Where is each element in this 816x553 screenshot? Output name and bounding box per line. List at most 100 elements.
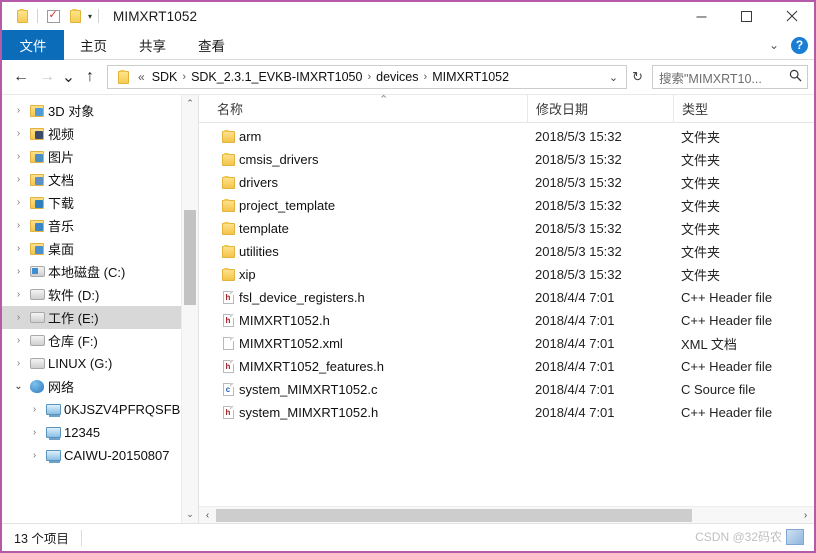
- chevron-right-icon[interactable]: ›: [10, 358, 27, 369]
- file-type-cell: C++ Header file: [681, 313, 773, 328]
- up-button[interactable]: ↑: [77, 64, 103, 90]
- chevron-right-icon[interactable]: ›: [10, 312, 27, 323]
- forward-button[interactable]: →: [34, 64, 60, 90]
- sidebar-item-3[interactable]: › 文档: [2, 168, 198, 191]
- chevron-down-icon[interactable]: ⌄: [603, 71, 624, 84]
- close-button[interactable]: [769, 2, 814, 30]
- file-date-cell: 2018/5/3 15:32: [535, 129, 622, 144]
- chevron-right-icon[interactable]: ›: [10, 289, 27, 300]
- breadcrumb-bar[interactable]: « SDK › SDK_2.3.1_EVKB-IMXRT1050 › devic…: [107, 65, 628, 89]
- file-name-cell: h MIMXRT1052_features.h: [209, 359, 527, 374]
- sidebar-item-11[interactable]: › LINUX (G:): [2, 352, 198, 375]
- table-row[interactable]: project_template 2018/5/3 15:32 文件夹: [199, 194, 814, 217]
- sidebar-item-6[interactable]: › 桌面: [2, 237, 198, 260]
- sidebar-item-7[interactable]: › 本地磁盘 (C:): [2, 260, 198, 283]
- chevron-down-icon[interactable]: ⌄: [10, 381, 27, 392]
- file-type-cell: 文件夹: [681, 176, 721, 191]
- quick-access-toolbar: ▾: [2, 5, 103, 27]
- breadcrumb-item-0[interactable]: SDK: [148, 70, 182, 84]
- header-file-icon: h: [217, 314, 239, 327]
- chevron-right-icon[interactable]: ›: [26, 404, 43, 415]
- breadcrumb-item-2[interactable]: devices: [372, 70, 422, 84]
- table-row[interactable]: drivers 2018/5/3 15:32 文件夹: [199, 171, 814, 194]
- table-row[interactable]: xip 2018/5/3 15:32 文件夹: [199, 263, 814, 286]
- breadcrumb-overflow[interactable]: «: [134, 70, 148, 84]
- chevron-right-icon[interactable]: ›: [10, 197, 27, 208]
- file-date-cell: 2018/5/3 15:32: [535, 267, 622, 282]
- sidebar-item-8[interactable]: › 软件 (D:): [2, 283, 198, 306]
- sidebar-item-9[interactable]: › 工作 (E:): [2, 306, 198, 329]
- sidebar-item-13[interactable]: › 0KJSZV4PFRQSFBD: [2, 398, 198, 421]
- table-row[interactable]: h fsl_device_registers.h 2018/4/4 7:01 C++ …: [199, 286, 814, 309]
- chevron-down-icon[interactable]: ▾: [86, 12, 94, 21]
- search-input[interactable]: 搜索"MIMXRT10...: [652, 65, 808, 89]
- hscrollbar-track[interactable]: [216, 507, 797, 524]
- tab-share[interactable]: 共享: [123, 30, 182, 60]
- properties-icon[interactable]: [42, 5, 64, 27]
- column-header-name[interactable]: 名称 ⌃: [209, 94, 527, 123]
- chevron-right-icon[interactable]: ›: [10, 335, 27, 346]
- refresh-icon[interactable]: ↻: [627, 69, 648, 85]
- sidebar-item-5[interactable]: › 音乐: [2, 214, 198, 237]
- file-date-cell: 2018/4/4 7:01: [535, 405, 615, 420]
- status-bar: 13 个项目 CSDN @32码农: [2, 523, 814, 551]
- back-button[interactable]: ←: [8, 64, 34, 90]
- scroll-left-icon[interactable]: ‹: [199, 510, 216, 521]
- folder-icon: [217, 129, 239, 143]
- sidebar-item-label: 软件 (D:): [48, 288, 100, 303]
- column-header-date[interactable]: 修改日期: [527, 94, 673, 123]
- chevron-right-icon[interactable]: ›: [10, 128, 27, 139]
- sidebar-item-2[interactable]: › 图片: [2, 145, 198, 168]
- folder-icon: [217, 198, 239, 212]
- chevron-right-icon[interactable]: ›: [10, 151, 27, 162]
- table-row[interactable]: template 2018/5/3 15:32 文件夹: [199, 217, 814, 240]
- tab-view[interactable]: 查看: [182, 30, 241, 60]
- sidebar-item-0[interactable]: › 3D 对象: [2, 99, 198, 122]
- sidebar-item-1[interactable]: › 视频: [2, 122, 198, 145]
- header-file-icon: h: [217, 291, 239, 304]
- chevron-down-icon[interactable]: ⌄: [765, 38, 783, 52]
- navigation-scrollbar[interactable]: ⌃ ⌄: [181, 95, 198, 523]
- chevron-right-icon[interactable]: ›: [26, 427, 43, 438]
- sidebar-item-4[interactable]: › 下载: [2, 191, 198, 214]
- table-row[interactable]: arm 2018/5/3 15:32 文件夹: [199, 125, 814, 148]
- scroll-down-icon[interactable]: ⌄: [182, 506, 198, 523]
- hscrollbar-thumb[interactable]: [216, 508, 693, 522]
- table-row[interactable]: utilities 2018/5/3 15:32 文件夹: [199, 240, 814, 263]
- table-row[interactable]: h MIMXRT1052_features.h 2018/4/4 7:01 C++ H…: [199, 355, 814, 378]
- item-count-label: 13 个项目: [14, 532, 69, 546]
- file-name-cell: h system_MIMXRT1052.h: [209, 405, 527, 420]
- chevron-right-icon[interactable]: ›: [10, 105, 27, 116]
- chevron-right-icon[interactable]: ›: [26, 450, 43, 461]
- horizontal-scrollbar[interactable]: ‹ ›: [199, 506, 814, 523]
- chevron-right-icon[interactable]: ›: [10, 220, 27, 231]
- table-row[interactable]: cmsis_drivers 2018/5/3 15:32 文件夹: [199, 148, 814, 171]
- breadcrumb-item-1[interactable]: SDK_2.3.1_EVKB-IMXRT1050: [187, 70, 366, 84]
- chevron-right-icon[interactable]: ›: [10, 243, 27, 254]
- table-row[interactable]: h system_MIMXRT1052.h 2018/4/4 7:01 C++ Hea…: [199, 401, 814, 424]
- sidebar-item-10[interactable]: › 仓库 (F:): [2, 329, 198, 352]
- tab-home[interactable]: 主页: [64, 30, 123, 60]
- scroll-up-icon[interactable]: ⌃: [182, 95, 198, 112]
- table-row[interactable]: h MIMXRT1052.h 2018/4/4 7:01 C++ Header fil…: [199, 309, 814, 332]
- table-row[interactable]: MIMXRT1052.xml 2018/4/4 7:01 XML 文档: [199, 332, 814, 355]
- chevron-right-icon[interactable]: ›: [10, 174, 27, 185]
- chevron-right-icon[interactable]: ›: [10, 266, 27, 277]
- maximize-button[interactable]: [724, 2, 769, 30]
- scrollbar-thumb[interactable]: [184, 210, 196, 305]
- scroll-right-icon[interactable]: ›: [797, 510, 814, 521]
- recent-locations-icon[interactable]: ⌄: [60, 64, 77, 90]
- sidebar-item-14[interactable]: › 12345: [2, 421, 198, 444]
- column-header-type[interactable]: 类型: [673, 94, 813, 123]
- folder-icon[interactable]: [11, 5, 33, 27]
- breadcrumb-item-3[interactable]: MIMXRT1052: [428, 70, 513, 84]
- sidebar-item-15[interactable]: › CAIWU-20150807: [2, 444, 198, 467]
- sidebar-item-12[interactable]: ⌄ 网络: [2, 375, 198, 398]
- help-icon[interactable]: ?: [791, 36, 808, 54]
- file-name-label: xip: [239, 267, 256, 282]
- tab-file[interactable]: 文件: [2, 30, 64, 60]
- new-folder-icon[interactable]: [64, 5, 86, 27]
- table-row[interactable]: c system_MIMXRT1052.c 2018/4/4 7:01 C Sourc…: [199, 378, 814, 401]
- minimize-button[interactable]: [679, 2, 724, 30]
- search-placeholder: 搜索"MIMXRT10...: [659, 71, 762, 86]
